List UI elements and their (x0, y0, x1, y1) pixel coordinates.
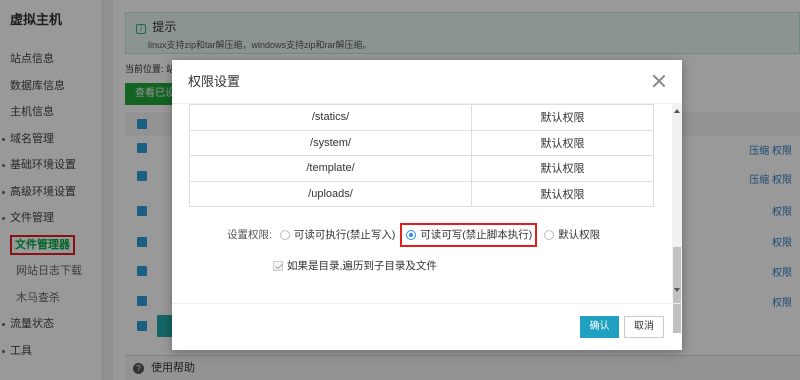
table-row: /template/ 默认权限 (189, 155, 654, 182)
permission-dialog: 权限设置 /statics/ 默认权限 /system/ 默认权限 /templ… (172, 60, 682, 350)
close-icon[interactable] (652, 74, 666, 88)
table-row: /statics/ 默认权限 (189, 104, 654, 131)
checkbox-check-icon (273, 261, 283, 271)
permission-options: 设置权限: 可读可执行(禁止写入) 可读可写(禁止脚本执行) 默认权限 (227, 223, 606, 247)
radio-icon (544, 230, 555, 240)
table-row: /system/ 默认权限 (189, 129, 654, 156)
radio-checked-icon (406, 230, 417, 240)
perm-cell: 默认权限 (471, 155, 654, 182)
path-cell: /statics/ (189, 104, 472, 131)
cancel-button[interactable]: 取消 (624, 316, 664, 338)
confirm-button[interactable]: 确认 (580, 316, 619, 338)
radio-icon (279, 230, 290, 240)
radio-label: 默认权限 (558, 229, 601, 241)
radio-label: 可读可执行(禁止写入) (293, 229, 396, 241)
scroll-down-icon[interactable] (674, 288, 680, 292)
set-permission-label: 设置权限: (227, 229, 272, 241)
radio-read-write[interactable]: 可读可写(禁止脚本执行) (406, 225, 532, 245)
dialog-title: 权限设置 (172, 60, 682, 104)
table-row: /uploads/ 默认权限 (189, 180, 654, 207)
radio-label: 可读可写(禁止脚本执行) (420, 229, 533, 241)
radio-read-exec[interactable]: 可读可执行(禁止写入) (279, 225, 396, 245)
recurse-checkbox[interactable]: 如果是目录,遍历到子目录及文件 (273, 258, 437, 274)
radio-default[interactable]: 默认权限 (544, 225, 600, 245)
highlight-box: 可读可写(禁止脚本执行) (400, 223, 538, 247)
permission-table: /statics/ 默认权限 /system/ 默认权限 /template/ … (189, 104, 654, 207)
path-cell: /system/ (189, 129, 472, 156)
recurse-label: 如果是目录,遍历到子目录及文件 (287, 260, 437, 272)
path-cell: /uploads/ (189, 180, 472, 207)
scroll-up-icon[interactable] (674, 109, 680, 113)
perm-cell: 默认权限 (471, 180, 654, 207)
dialog-footer: 确认 取消 (172, 303, 682, 350)
perm-cell: 默认权限 (471, 104, 654, 131)
dialog-scrollbar[interactable] (672, 104, 682, 333)
path-cell: /template/ (189, 155, 472, 182)
perm-cell: 默认权限 (471, 129, 654, 156)
